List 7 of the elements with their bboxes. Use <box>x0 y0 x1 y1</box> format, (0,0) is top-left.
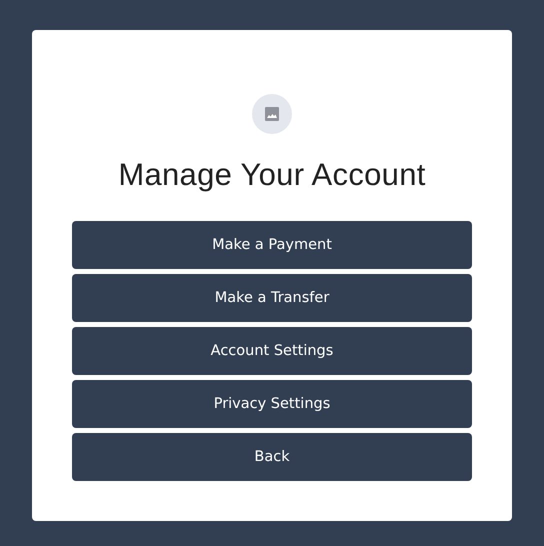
page-title: Manage Your Account <box>118 156 426 194</box>
menu-button[interactable]: Account Settings <box>72 327 472 375</box>
image-placeholder-icon <box>252 94 292 134</box>
menu-button[interactable]: Back <box>72 433 472 481</box>
menu-button[interactable]: Privacy Settings <box>72 380 472 428</box>
menu-button[interactable]: Make a Transfer <box>72 274 472 322</box>
menu-button[interactable]: Make a Payment <box>72 221 472 269</box>
